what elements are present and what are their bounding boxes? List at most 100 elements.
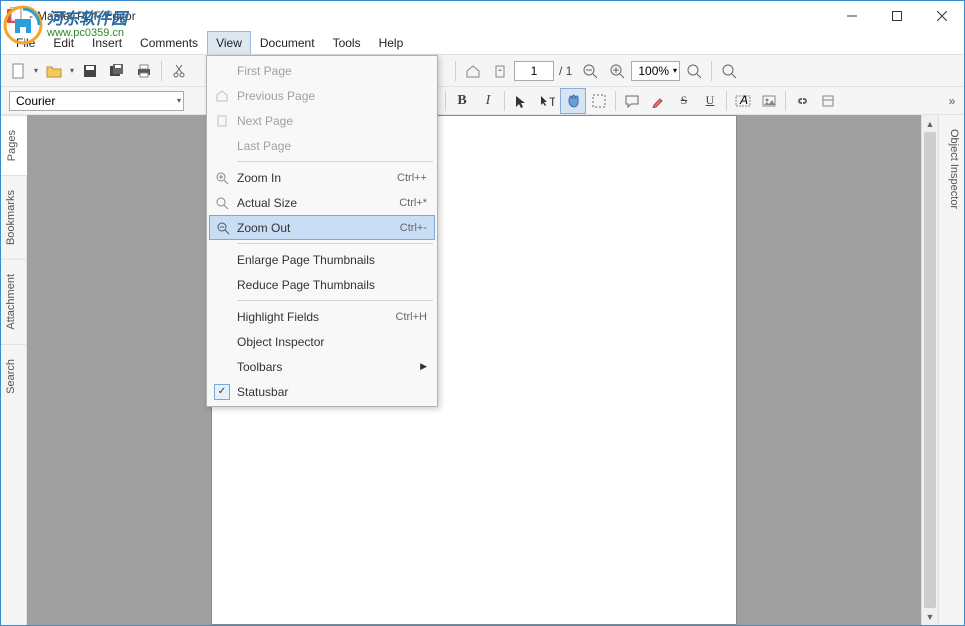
zoom-combo[interactable]: 100%▾ — [631, 61, 680, 81]
font-family-value: Courier — [16, 94, 55, 108]
comment-tool-button[interactable] — [619, 88, 645, 114]
cut-button[interactable] — [166, 58, 192, 84]
menu-comments[interactable]: Comments — [131, 31, 207, 54]
marquee-tool-button[interactable] — [586, 88, 612, 114]
titlebar: - Master PDF Editor — [1, 1, 964, 31]
menu-statusbar[interactable]: ✓ Statusbar — [209, 379, 435, 404]
italic-icon: I — [486, 93, 491, 109]
separator — [504, 91, 505, 111]
zoom-out-button[interactable] — [577, 58, 603, 84]
menu-zoom-in[interactable]: Zoom In Ctrl++ — [209, 165, 435, 190]
save-all-icon — [109, 63, 125, 79]
menubar: File Edit Insert Comments View Document … — [1, 31, 964, 55]
form-tool-button[interactable] — [815, 88, 841, 114]
menu-document[interactable]: Document — [251, 31, 324, 54]
tab-pages[interactable]: Pages — [1, 115, 27, 175]
folder-open-icon — [46, 63, 62, 79]
scroll-up-button[interactable]: ▲ — [922, 115, 938, 132]
menu-toolbars[interactable]: Toolbars ▶ — [209, 354, 435, 379]
underline-tool-button[interactable]: U — [697, 88, 723, 114]
menu-highlight-fields[interactable]: Highlight Fields Ctrl+H — [209, 304, 435, 329]
tab-object-inspector[interactable]: Object Inspector — [939, 115, 964, 223]
scroll-down-button[interactable]: ▼ — [922, 608, 938, 625]
menu-previous-page[interactable]: Previous Page — [209, 83, 435, 108]
print-button[interactable] — [131, 58, 157, 84]
open-dropdown[interactable]: ▾ — [68, 66, 76, 75]
menu-insert[interactable]: Insert — [83, 31, 131, 54]
menu-enlarge-thumbnails[interactable]: Enlarge Page Thumbnails — [209, 247, 435, 272]
link-tool-button[interactable] — [789, 88, 815, 114]
workarea: Pages Bookmarks Attachment Search ▲ ▼ Ob… — [1, 115, 964, 625]
close-button[interactable] — [919, 1, 964, 31]
new-button[interactable] — [5, 58, 31, 84]
menu-last-page[interactable]: Last Page — [209, 133, 435, 158]
menu-first-page[interactable]: First Page — [209, 58, 435, 83]
maximize-button[interactable] — [874, 1, 919, 31]
menu-next-page[interactable]: Next Page — [209, 108, 435, 133]
highlighter-icon — [651, 94, 665, 108]
hand-tool-button[interactable] — [560, 88, 586, 114]
scroll-thumb[interactable] — [924, 132, 936, 608]
font-family-combo[interactable]: Courier ▾ — [9, 91, 184, 111]
open-button[interactable] — [41, 58, 67, 84]
canvas-gutter-right — [737, 115, 921, 625]
tab-bookmarks[interactable]: Bookmarks — [1, 175, 26, 259]
text-box-icon: A — [735, 94, 751, 108]
first-page-button[interactable] — [460, 58, 486, 84]
menu-edit[interactable]: Edit — [44, 31, 83, 54]
search-icon — [721, 63, 737, 79]
page-up-icon — [493, 64, 507, 78]
menu-tools[interactable]: Tools — [324, 31, 370, 54]
zoom-actual-icon — [686, 63, 702, 79]
italic-button[interactable]: I — [475, 88, 501, 114]
marquee-icon — [592, 94, 606, 108]
separator — [161, 61, 162, 81]
menu-separator — [237, 300, 433, 301]
menu-object-inspector[interactable]: Object Inspector — [209, 329, 435, 354]
checkmark-icon: ✓ — [214, 384, 230, 400]
menu-view[interactable]: View — [207, 31, 251, 54]
tab-search[interactable]: Search — [1, 344, 26, 408]
new-dropdown[interactable]: ▾ — [32, 66, 40, 75]
separator — [455, 61, 456, 81]
minimize-button[interactable] — [829, 1, 874, 31]
document-canvas[interactable]: ▲ ▼ — [27, 115, 938, 625]
menu-reduce-thumbnails[interactable]: Reduce Page Thumbnails — [209, 272, 435, 297]
view-menu-dropdown: First Page Previous Page Next Page Last … — [206, 55, 438, 407]
text-box-tool-button[interactable]: A — [730, 88, 756, 114]
image-tool-button[interactable] — [756, 88, 782, 114]
svg-text:T: T — [549, 95, 555, 108]
bold-button[interactable]: B — [449, 88, 475, 114]
hand-icon — [565, 93, 581, 109]
menu-separator — [237, 243, 433, 244]
window-title: Master PDF Editor — [37, 9, 136, 23]
save-icon — [82, 63, 98, 79]
save-button[interactable] — [77, 58, 103, 84]
home-icon — [214, 88, 230, 104]
menu-file[interactable]: File — [7, 31, 44, 54]
page-number-input[interactable] — [514, 61, 554, 81]
vertical-scrollbar[interactable]: ▲ ▼ — [921, 115, 938, 625]
highlight-tool-button[interactable] — [645, 88, 671, 114]
menu-actual-size[interactable]: Actual Size Ctrl+* — [209, 190, 435, 215]
strikeout-icon: S — [681, 93, 688, 108]
prev-page-button[interactable] — [487, 58, 513, 84]
menu-zoom-out[interactable]: Zoom Out Ctrl+- — [209, 215, 435, 240]
zoom-out-icon — [215, 220, 231, 236]
page-total-label: / 1 — [555, 64, 576, 78]
page-icon — [214, 113, 230, 129]
zoom-in-button[interactable] — [604, 58, 630, 84]
text-select-tool-button[interactable]: T — [534, 88, 560, 114]
menu-help[interactable]: Help — [370, 31, 413, 54]
find-button[interactable] — [716, 58, 742, 84]
save-all-button[interactable] — [104, 58, 130, 84]
select-tool-button[interactable] — [508, 88, 534, 114]
toolbar-overflow-button[interactable]: » — [944, 94, 960, 108]
submenu-arrow-icon: ▶ — [420, 361, 427, 372]
strikeout-tool-button[interactable]: S — [671, 88, 697, 114]
separator — [785, 91, 786, 111]
separator — [711, 61, 712, 81]
tab-attachment[interactable]: Attachment — [1, 259, 26, 344]
zoom-out-icon — [582, 63, 598, 79]
zoom-actual-button[interactable] — [681, 58, 707, 84]
